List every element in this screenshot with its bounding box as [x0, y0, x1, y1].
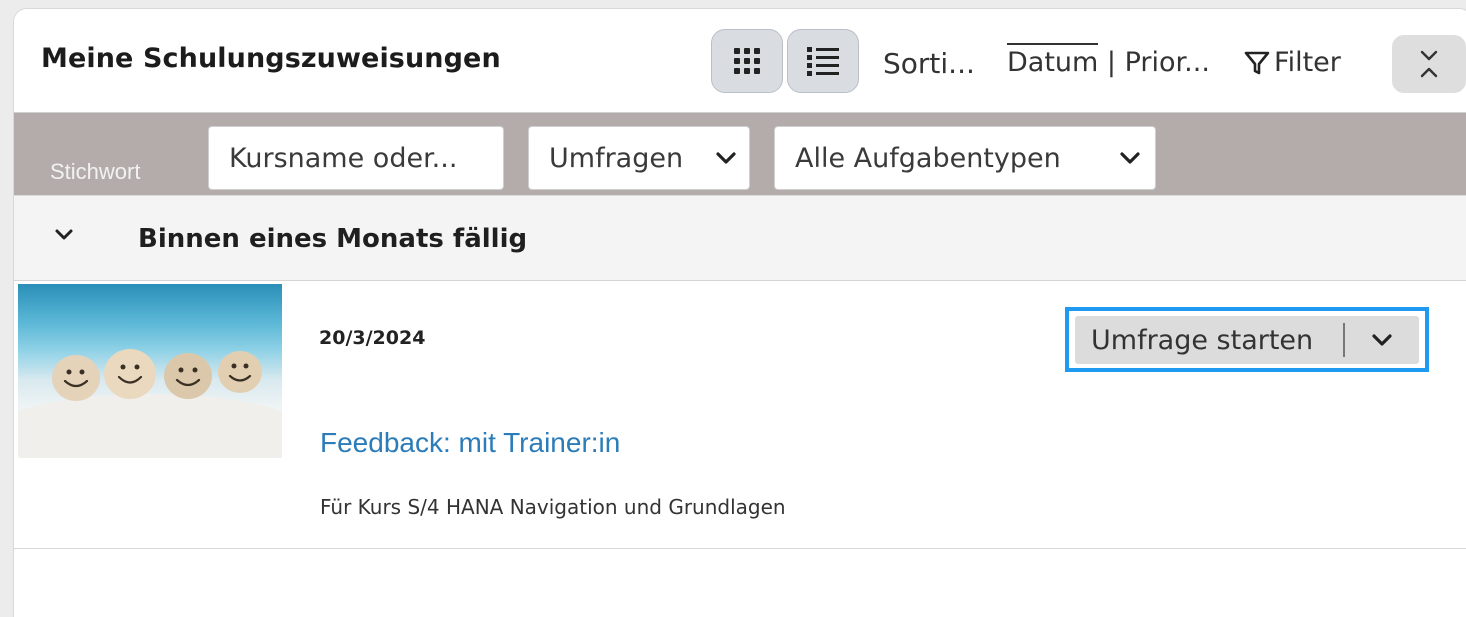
grid-view-button[interactable] [711, 29, 783, 93]
task-type-select[interactable]: Alle Aufgabentypen [774, 126, 1156, 190]
assignments-card: Meine Schulungszuweisungen Sorti... Datu… [13, 8, 1466, 617]
list-item: 20/3/2024 Feedback: mit Trainer:in Für K… [14, 281, 1466, 549]
chevron-down-icon [1372, 334, 1392, 346]
card-header: Meine Schulungszuweisungen Sorti... Datu… [14, 9, 1466, 113]
start-survey-button-body: Umfrage starten [1075, 316, 1419, 364]
chevron-down-icon[interactable] [54, 228, 74, 242]
course-thumbnail [18, 284, 282, 458]
survey-type-select[interactable]: Umfragen [528, 126, 750, 190]
chevron-down-icon [1120, 152, 1140, 164]
start-survey-menu-button[interactable] [1345, 333, 1419, 347]
group-header-due-month[interactable]: Binnen eines Monats fällig [14, 195, 1466, 281]
chevron-down-icon [716, 152, 736, 164]
page-title: Meine Schulungszuweisungen [41, 43, 501, 74]
collapse-expand-icon [1420, 50, 1438, 78]
sort-option-priority[interactable]: Prior... [1125, 47, 1210, 78]
grid-view-icon [734, 48, 760, 74]
task-type-value: Alle Aufgabentypen [795, 142, 1061, 174]
filter-label: Filter [1274, 47, 1341, 78]
list-view-icon [807, 47, 839, 76]
course-subtitle: Für Kurs S/4 HANA Navigation und Grundla… [320, 495, 786, 519]
sort-separator: | [1098, 47, 1125, 78]
survey-type-value: Umfragen [549, 142, 684, 174]
filter-funnel-icon [1244, 51, 1270, 74]
sort-option-date[interactable]: Datum [1007, 43, 1099, 78]
keyword-search-input[interactable]: Kursname oder... [208, 126, 504, 190]
start-survey-split-button: Umfrage starten [1065, 307, 1429, 372]
sort-label[interactable]: Sorti... [883, 47, 975, 80]
collapse-header-button[interactable] [1392, 35, 1466, 93]
due-date: 20/3/2024 [319, 327, 426, 349]
filter-bar: Stichwort Kursname oder... Umfragen Alle… [14, 113, 1466, 195]
sort-options: Datum | Prior... [1007, 43, 1210, 78]
start-survey-button[interactable]: Umfrage starten [1075, 325, 1343, 356]
keyword-label: Stichwort [50, 159, 141, 184]
smiley-stones-image [18, 349, 282, 458]
list-view-button[interactable] [787, 29, 859, 93]
group-title: Binnen eines Monats fällig [138, 224, 528, 254]
course-title-link[interactable]: Feedback: mit Trainer:in [320, 427, 620, 459]
filter-button[interactable]: Filter [1244, 47, 1341, 78]
